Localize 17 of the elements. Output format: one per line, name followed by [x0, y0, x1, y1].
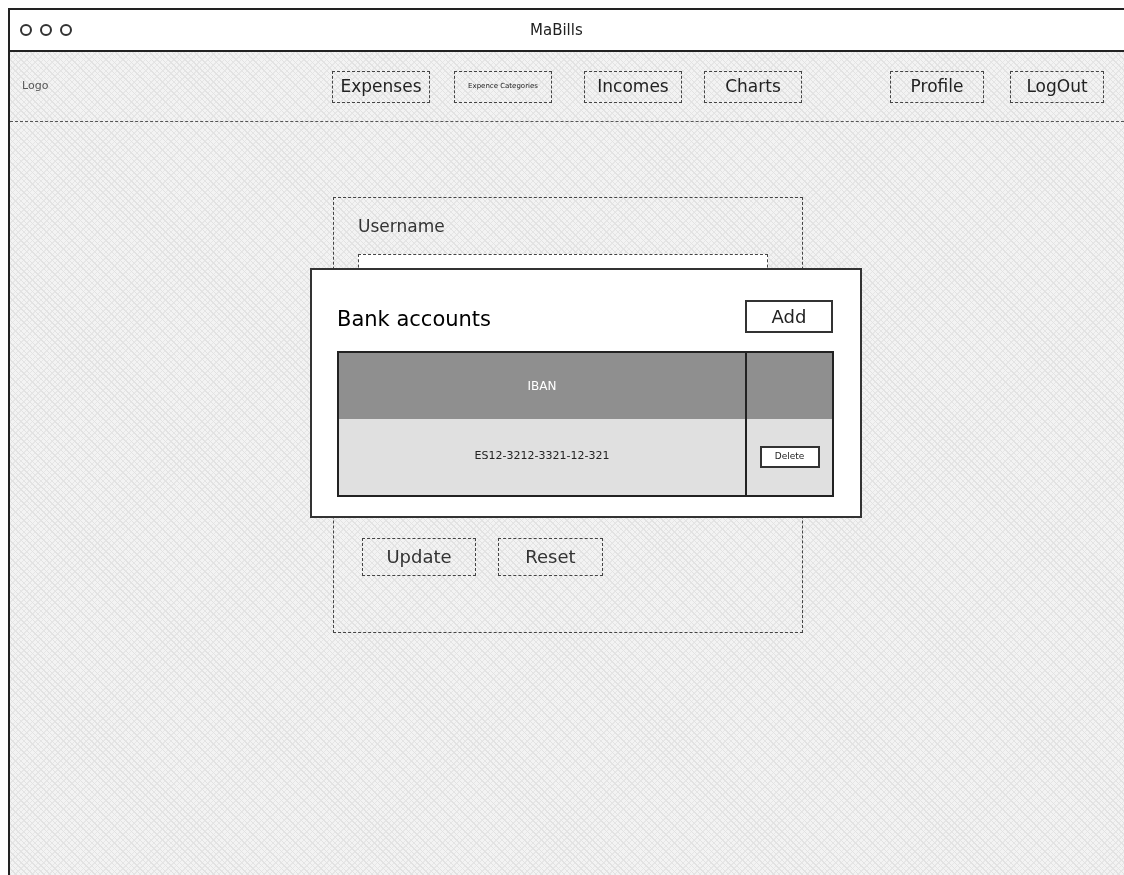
nav-button[interactable]: Charts — [704, 70, 802, 103]
nav-button[interactable]: Expenses — [332, 70, 430, 103]
logo: Logo — [22, 78, 50, 95]
window-control-icon[interactable] — [60, 24, 72, 36]
form-button[interactable]: Reset — [498, 537, 603, 576]
nav-button[interactable]: Incomes — [584, 70, 682, 103]
window-title: MaBills — [530, 19, 583, 41]
field-label: Username — [358, 215, 446, 238]
window-control-icon[interactable] — [40, 24, 52, 36]
nav-button[interactable]: Profile — [890, 70, 984, 103]
delete-button[interactable]: Delete — [759, 445, 820, 468]
form-button[interactable]: Update — [362, 537, 476, 576]
modal-title: Bank accounts — [337, 306, 492, 333]
table-cell: ES12-3212-3321-12-321 — [339, 418, 747, 495]
nav-button[interactable]: LogOut — [1010, 70, 1104, 103]
window-control-icon[interactable] — [20, 24, 32, 36]
add-button[interactable]: Add — [745, 300, 833, 334]
